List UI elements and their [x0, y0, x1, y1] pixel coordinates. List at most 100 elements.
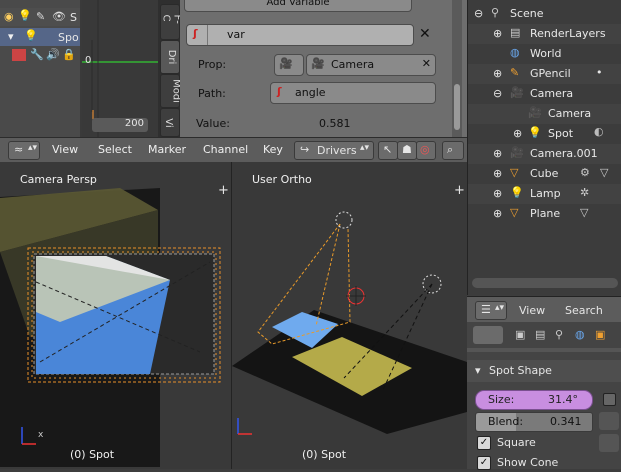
menu-select[interactable]: Select	[98, 143, 132, 156]
menu-search[interactable]: Search	[565, 304, 603, 317]
mode-dropdown[interactable]: ↪ Drivers ▴▾	[294, 141, 374, 160]
outliner-item-spot[interactable]: ⊕ 💡 Spot ◐	[468, 124, 621, 144]
outliner-item-camera-object[interactable]: ⊖ 🎥 Camera	[468, 84, 621, 104]
viewport-camera[interactable]: + Camera Persp (0) Spot x	[0, 162, 232, 469]
halo-checkbox[interactable]	[603, 393, 616, 406]
only-errors-button[interactable]: ◎	[416, 141, 436, 160]
outliner-item-world[interactable]: ◍ World	[468, 44, 621, 64]
collapse-icon[interactable]: ▾	[475, 364, 481, 377]
outliner-item-camera-data[interactable]: 🎥 Camera	[468, 104, 621, 124]
driver-properties-panel: Add Variable ʃ var ✕ Prop: 🎥 🎥 Camera ✕ …	[180, 0, 467, 137]
camera-data-icon: 🎥	[528, 106, 542, 119]
spot-shape-panel-header[interactable]: ▾ Spot Shape	[467, 360, 621, 382]
viewport-user[interactable]: + User Ortho (0) Spot	[232, 162, 467, 469]
tab-drivers[interactable]: Dri	[160, 40, 180, 74]
expand-arrow-icon[interactable]: ▾	[8, 30, 14, 43]
intensity-field-partial[interactable]	[599, 412, 619, 430]
outliner-item-camera001[interactable]: ⊕ 🎥 Camera.001	[468, 144, 621, 164]
variable-name-field[interactable]: ʃ var	[186, 24, 414, 46]
outliner-scrollbar[interactable]	[472, 278, 618, 288]
world-icon[interactable]: ◍	[575, 328, 585, 341]
corner-widget-icon[interactable]: +	[218, 183, 229, 198]
tab-f-curve[interactable]: F-C	[160, 4, 183, 40]
outliner-item-scene[interactable]: ⊖ ⚲ Scene	[468, 4, 621, 24]
expand-icon[interactable]: ⊖	[474, 7, 483, 20]
expand-icon[interactable]: ⊕	[493, 167, 502, 180]
chevron-down-icon: ▴▾	[28, 143, 38, 153]
context-dropdown[interactable]	[473, 326, 503, 344]
frame-value: 200	[124, 118, 144, 129]
scrollbar-thumb[interactable]	[454, 84, 460, 130]
properties-editor: ▣ ▤ ⚲ ◍ ▣ ▾ Spot Shape Size: 31.4° Blend…	[467, 322, 621, 472]
size-slider[interactable]: Size: 31.4°	[475, 390, 593, 410]
channel-row-driver[interactable]: 🔧 🔊 🔒	[0, 46, 80, 64]
variable-type-icon[interactable]: ʃ	[193, 27, 198, 40]
lamp-icon: 💡	[528, 126, 542, 139]
tab-view[interactable]: Vi	[160, 108, 180, 137]
menu-channel[interactable]: Channel	[203, 143, 248, 156]
ghost-icon: ☗	[402, 143, 412, 156]
layers-icon[interactable]: ▤	[535, 328, 545, 341]
scale-field-partial[interactable]	[599, 434, 619, 452]
frame-field[interactable]: 200	[92, 118, 148, 132]
search-button[interactable]: ⌕	[442, 141, 464, 160]
editor-type-button[interactable]: ≈ ▴▾	[8, 141, 40, 160]
menu-view[interactable]: View	[519, 304, 545, 317]
show-hidden-button[interactable]: ☗	[397, 141, 417, 160]
expand-icon[interactable]: ⊕	[493, 147, 502, 160]
visibility-icon[interactable]: 👁	[52, 10, 66, 23]
select-only-button[interactable]: ↖	[378, 141, 398, 160]
check-icon[interactable]: ✓	[477, 456, 491, 470]
expand-icon[interactable]: ⊕	[493, 67, 502, 80]
outliner-item-plane[interactable]: ⊕ ▽ Plane ▽	[468, 204, 621, 224]
expand-icon[interactable]: ⊕	[493, 207, 502, 220]
collapse-icon[interactable]: ⊖	[493, 87, 502, 100]
channel-label: Spo	[58, 31, 79, 44]
path-field[interactable]: ʃ angle	[270, 82, 436, 104]
chevron-down-icon: ▴▾	[495, 303, 505, 313]
channel-row-spot[interactable]: ▾ 💡 Spo	[0, 28, 80, 46]
pin-icon[interactable]: ✎	[36, 10, 45, 23]
divider	[467, 348, 621, 352]
tab-modifiers[interactable]: Modi	[160, 74, 181, 108]
panel-scrollbar[interactable]	[452, 0, 462, 137]
path-value: angle	[295, 86, 326, 99]
prop-object-field[interactable]: 🎥 Camera ✕	[306, 54, 436, 76]
tab-label: Dri	[165, 49, 177, 65]
properties-icon: ☰	[481, 303, 491, 316]
blend-value: 0.341	[550, 415, 582, 428]
expand-icon[interactable]: ⊕	[493, 187, 502, 200]
blend-slider[interactable]: Blend: 0.341	[475, 412, 593, 432]
expand-icon[interactable]: ⊕	[513, 127, 522, 140]
eye-icon[interactable]: ◉	[4, 10, 14, 23]
square-checkbox-row[interactable]: ✓ Square	[477, 434, 587, 452]
lamp-data-icon: ◐	[594, 125, 604, 138]
scene-icon[interactable]: ⚲	[555, 328, 563, 341]
channel-row-scene[interactable]: ◉ 💡 ✎ 👁 S	[0, 8, 80, 26]
lock-icon[interactable]: 🔒	[62, 48, 76, 61]
add-variable-button[interactable]: Add Variable	[184, 0, 412, 12]
object-icon[interactable]: ▣	[595, 328, 605, 341]
render-icon[interactable]: ▣	[515, 328, 525, 341]
driver-graph[interactable]: 0 200	[82, 0, 158, 137]
target-icon: ◎	[420, 143, 430, 156]
id-type-dropdown[interactable]: 🎥	[274, 54, 304, 76]
wrench-icon[interactable]: 🔧	[30, 48, 44, 61]
show-cone-checkbox-row[interactable]: ✓ Show Cone	[477, 454, 587, 472]
outliner-item-gpencil[interactable]: ⊕ ✎ GPencil •	[468, 64, 621, 84]
outliner-item-lamp[interactable]: ⊕ 💡 Lamp ✲	[468, 184, 621, 204]
expand-icon[interactable]: ⊕	[493, 27, 502, 40]
menu-view[interactable]: View	[52, 143, 78, 156]
outliner-item-renderlayers[interactable]: ⊕ ▤ RenderLayers	[468, 24, 621, 44]
menu-marker[interactable]: Marker	[148, 143, 186, 156]
chevron-down-icon: ▴▾	[359, 143, 369, 153]
dot-icon: •	[596, 66, 603, 79]
remove-variable-icon[interactable]: ✕	[419, 26, 431, 42]
menu-key[interactable]: Key	[263, 143, 283, 156]
clear-icon[interactable]: ✕	[422, 57, 431, 70]
editor-type-button[interactable]: ☰ ▴▾	[475, 301, 507, 320]
check-icon[interactable]: ✓	[477, 436, 491, 450]
corner-widget-icon[interactable]: +	[454, 183, 465, 198]
outliner-item-cube[interactable]: ⊕ ▽ Cube ⚙ ▽	[468, 164, 621, 184]
mute-icon[interactable]: 🔊	[46, 48, 60, 61]
